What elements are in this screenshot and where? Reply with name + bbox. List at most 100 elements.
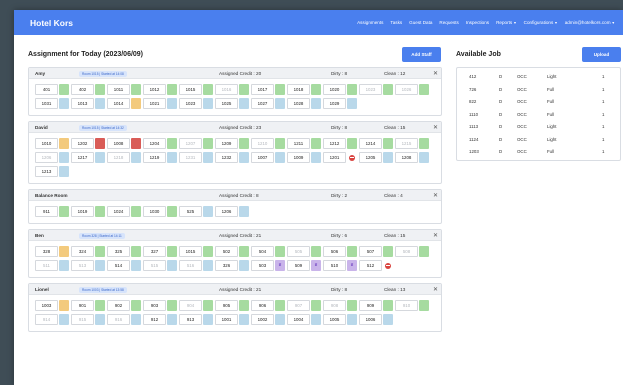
room-tile[interactable]: 1232 [215,152,249,163]
room-status-swatch[interactable] [95,260,105,271]
room-status-swatch[interactable] [203,300,213,311]
job-row[interactable]: 1203 D OCC Full 1 [457,145,620,158]
room-status-swatch[interactable] [131,152,141,163]
job-row[interactable]: 726 D OCC Full 1 [457,83,620,96]
room-tile[interactable]: 915 [71,314,105,325]
room-status-swatch[interactable] [347,314,357,325]
nav-inspections[interactable]: Inspections [466,20,489,25]
room-status-swatch[interactable] [59,206,69,217]
room-status-swatch[interactable] [167,98,177,109]
room-status-swatch[interactable] [347,300,357,311]
job-row[interactable]: 412 D OCC Light 1 [457,70,620,83]
room-status-swatch[interactable] [311,300,321,311]
room-tile[interactable]: 1213 [35,166,69,177]
room-tile[interactable]: 906 [251,300,285,311]
room-status-swatch[interactable] [59,300,69,311]
room-status-swatch[interactable] [95,206,105,217]
room-status-swatch[interactable] [347,152,357,163]
room-tile[interactable]: 506 [323,246,357,257]
room-status-swatch[interactable] [167,152,177,163]
room-tile[interactable]: 1206 [35,152,69,163]
room-status-swatch[interactable] [275,314,285,325]
room-status-swatch[interactable] [275,152,285,163]
room-status-swatch[interactable] [311,138,321,149]
room-tile[interactable]: 1031 [35,98,69,109]
room-status-swatch[interactable] [131,138,141,149]
room-tile[interactable]: 1013 [71,98,105,109]
room-status-swatch[interactable]: ʁ [311,260,321,271]
room-tile[interactable]: 1209 [215,138,249,149]
room-status-swatch[interactable] [275,84,285,95]
room-tile[interactable]: 1217 [71,152,105,163]
room-tile[interactable]: 1210 [251,138,285,149]
room-status-swatch[interactable] [203,246,213,257]
room-tile[interactable]: 514 [107,260,141,271]
room-status-swatch[interactable] [167,206,177,217]
room-status-swatch[interactable] [275,138,285,149]
room-tile[interactable]: 1011 [107,84,141,95]
room-tile[interactable]: 510 ʁ [323,260,357,271]
room-tile[interactable]: 1008 [107,138,141,149]
room-tile[interactable]: 914 [35,314,69,325]
room-status-swatch[interactable] [203,138,213,149]
room-tile[interactable]: 903 [143,300,177,311]
room-status-swatch[interactable] [131,246,141,257]
room-tile[interactable]: 901 [71,300,105,311]
room-status-swatch[interactable] [275,300,285,311]
job-row[interactable]: 1124 D OCC Light 1 [457,133,620,146]
room-status-swatch[interactable] [347,84,357,95]
room-tile[interactable]: 1009 [287,152,321,163]
room-status-swatch[interactable] [419,84,429,95]
room-tile[interactable]: 907 [287,300,321,311]
room-tile[interactable]: 504 [251,246,285,257]
room-status-swatch[interactable] [239,314,249,325]
upload-button[interactable]: Upload [582,46,621,62]
room-tile[interactable]: 1212 [323,138,357,149]
room-tile[interactable]: 1007 [251,152,285,163]
room-status-swatch[interactable] [419,300,429,311]
room-status-swatch[interactable] [239,300,249,311]
room-tile[interactable]: 1219 [143,152,177,163]
room-tile[interactable]: 1015 [179,246,213,257]
room-tile[interactable]: 1021 [143,98,177,109]
room-tile[interactable]: 326 [215,260,249,271]
room-tile[interactable]: 525 [179,206,213,217]
room-tile[interactable]: 1003 [35,300,69,311]
nav-guest-data[interactable]: Guest Data [409,20,432,25]
job-row[interactable]: 1113 D OCC Light 1 [457,120,620,133]
room-tile[interactable]: 1016 [215,84,249,95]
room-status-swatch[interactable] [59,166,69,177]
room-tile[interactable]: 515 [143,260,177,271]
room-tile[interactable]: 1012 [143,84,177,95]
room-tile[interactable]: 1018 [287,84,321,95]
room-tile[interactable]: 1215 [395,138,429,149]
room-status-swatch[interactable] [347,246,357,257]
room-status-swatch[interactable] [131,300,141,311]
room-status-swatch[interactable] [167,138,177,149]
room-status-swatch[interactable] [311,314,321,325]
room-tile[interactable]: 402 [71,84,105,95]
close-icon[interactable]: ✕ [433,192,438,199]
room-status-swatch[interactable] [419,152,429,163]
room-tile[interactable]: 1002 [251,314,285,325]
room-tile[interactable]: 511 [35,260,69,271]
room-tile[interactable]: 513 [71,260,105,271]
room-tile[interactable]: 1024 [107,206,141,217]
room-status-swatch[interactable] [311,152,321,163]
room-status-swatch[interactable] [347,138,357,149]
room-tile[interactable]: 401 [35,84,69,95]
room-status-swatch[interactable] [275,246,285,257]
room-tile[interactable]: 509 ʁ [287,260,321,271]
room-tile[interactable]: 1006 [359,314,393,325]
brand-logo[interactable]: Hotel Kors [30,18,73,28]
room-status-swatch[interactable] [59,314,69,325]
room-status-swatch[interactable] [419,138,429,149]
room-status-swatch[interactable]: ʁ [275,260,285,271]
room-status-swatch[interactable] [347,98,357,109]
room-status-swatch[interactable] [383,246,393,257]
room-status-swatch[interactable] [239,138,249,149]
room-status-swatch[interactable] [131,98,141,109]
room-tile[interactable]: 1029 [323,98,357,109]
room-status-swatch[interactable] [383,300,393,311]
room-status-swatch[interactable] [275,98,285,109]
